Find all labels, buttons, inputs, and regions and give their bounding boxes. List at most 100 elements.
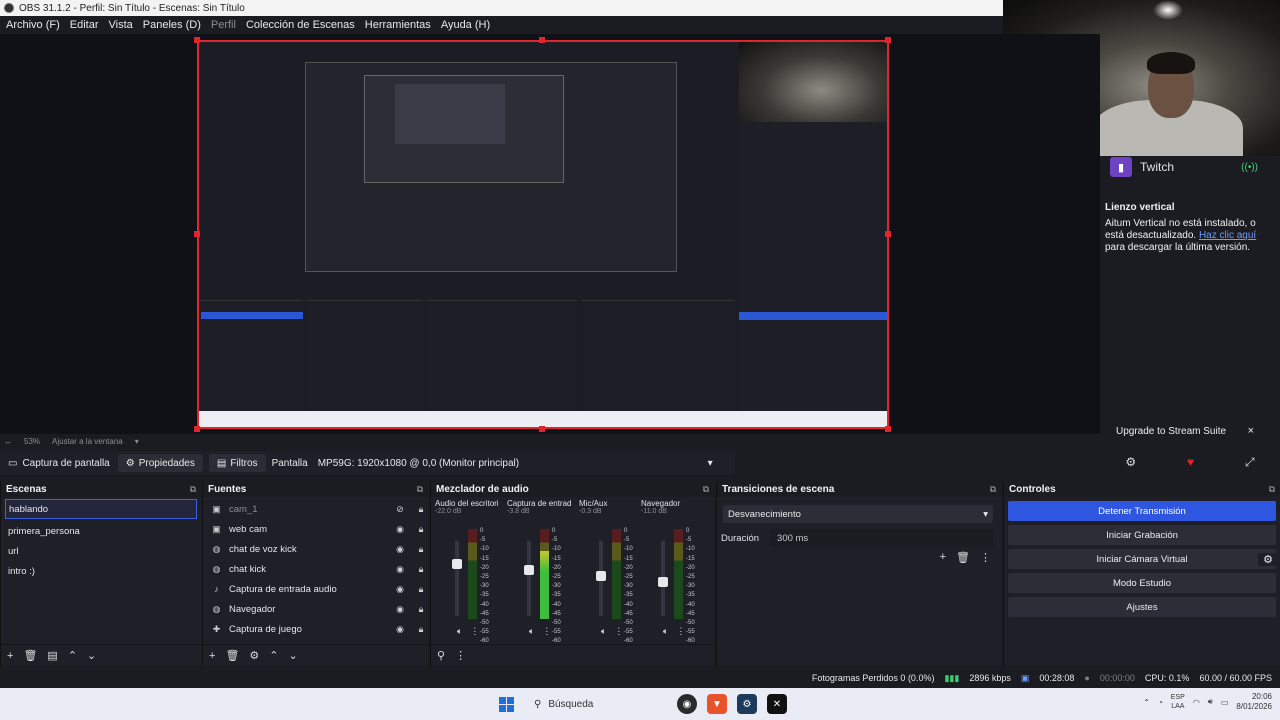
source-item[interactable]: ♪ Captura de entrada audio ◉ 🔒︎ (203, 579, 428, 599)
obs-app-icon[interactable]: ◉ (677, 694, 697, 714)
gear-icon[interactable]: ⚙ (1258, 552, 1278, 566)
lock-icon[interactable]: 🔒︎ (414, 544, 428, 555)
settings-button[interactable]: Ajustes (1008, 597, 1276, 617)
eye-icon[interactable]: ◉ (393, 564, 407, 575)
volume-slider-track[interactable] (527, 541, 531, 616)
close-icon[interactable]: × (1248, 425, 1254, 437)
filters-button[interactable]: ▤ Filtros (208, 454, 266, 472)
eye-icon[interactable]: ◉ (393, 624, 407, 635)
network-icon[interactable]: ◔ (1158, 698, 1163, 707)
language-indicator[interactable]: ESP LAA (1171, 693, 1185, 711)
scene-item[interactable]: intro :) (1, 561, 201, 581)
menu-coleccion-escenas[interactable]: Colección de Escenas (246, 19, 355, 31)
eye-icon[interactable]: ◉ (393, 544, 407, 555)
move-down-icon[interactable]: ⌄ (87, 649, 96, 662)
upgrade-label[interactable]: Upgrade to Stream Suite (1116, 426, 1226, 437)
trash-icon[interactable]: 🗑 (956, 551, 970, 564)
undock-icon[interactable]: ⧉ (990, 484, 996, 495)
speaker-icon[interactable]: 🔈︎ (601, 626, 606, 637)
studio-mode-button[interactable]: Modo Estudio (1008, 573, 1276, 593)
popout-icon[interactable]: ⤢ (1245, 455, 1255, 470)
scene-item[interactable]: hablando (5, 499, 197, 519)
heart-icon[interactable]: ♥ (1187, 455, 1194, 469)
battery-icon[interactable]: ▭ (1221, 698, 1229, 707)
zoom-arrows-icon[interactable]: ↔ (4, 437, 12, 446)
transition-select[interactable]: Desvanecimiento ▾ (723, 505, 993, 523)
chevron-down-icon[interactable]: ▾ (135, 437, 139, 446)
vertical-canvas-link[interactable]: Haz clic aquí (1199, 230, 1256, 241)
windows-start-icon[interactable] (499, 697, 514, 712)
add-icon[interactable]: + (209, 650, 215, 662)
preview-source-selected[interactable] (197, 40, 889, 429)
more-icon[interactable]: ⋮ (614, 626, 623, 637)
menu-ayuda[interactable]: Ayuda (H) (441, 19, 490, 31)
move-up-icon[interactable]: ⌃ (269, 649, 278, 662)
source-item[interactable]: ▣ cam_1 ⊘ 🔒︎ (203, 499, 428, 519)
lock-icon[interactable]: 🔒︎ (414, 524, 428, 535)
lock-icon[interactable]: 🔒︎ (414, 564, 428, 575)
lock-icon[interactable]: 🔒︎ (414, 604, 428, 615)
properties-button[interactable]: ⚙ Propiedades (117, 454, 203, 472)
menu-paneles[interactable]: Paneles (D) (143, 19, 201, 31)
volume-slider-knob[interactable] (658, 577, 668, 587)
undock-icon[interactable]: ⧉ (1269, 484, 1275, 495)
gear-icon[interactable]: ⚙ (249, 649, 259, 662)
source-item[interactable]: ▣ web cam ◉ 🔒︎ (203, 519, 428, 539)
move-down-icon[interactable]: ⌄ (289, 649, 298, 662)
menu-archivo[interactable]: Archivo (F) (6, 19, 60, 31)
undock-icon[interactable]: ⧉ (190, 484, 196, 495)
lock-icon[interactable]: 🔒︎ (414, 504, 428, 515)
fit-to-window[interactable]: Ajustar a la ventana (52, 437, 123, 446)
link-icon[interactable]: ⚲ (437, 649, 445, 662)
more-icon[interactable]: ⋮ (542, 626, 551, 637)
taskbar-search[interactable]: ⚲ Búsqueda (526, 694, 666, 714)
brave-app-icon[interactable]: ▼ (707, 694, 727, 714)
volume-icon[interactable]: 🔊︎ (1208, 697, 1213, 707)
menu-perfil[interactable]: Perfil (211, 19, 236, 31)
duration-input[interactable]: 300 ms (771, 529, 993, 547)
start-recording-button[interactable]: Iniciar Grabación (1008, 525, 1276, 545)
trash-icon[interactable]: 🗑 (225, 649, 239, 662)
undock-icon[interactable]: ⧉ (417, 484, 423, 495)
add-icon[interactable]: + (940, 551, 946, 564)
more-icon[interactable]: ⋮ (455, 649, 466, 662)
eye-icon[interactable]: ◉ (393, 604, 407, 615)
upgrade-banner[interactable]: Upgrade to Stream Suite × (1100, 420, 1280, 442)
move-up-icon[interactable]: ⌃ (68, 649, 77, 662)
undock-icon[interactable]: ⧉ (703, 484, 709, 495)
more-icon[interactable]: ⋮ (676, 626, 685, 637)
volume-slider-track[interactable] (455, 541, 459, 616)
source-item[interactable]: ✚ Captura de juego ◉ 🔒︎ (203, 619, 428, 639)
volume-slider-knob[interactable] (524, 565, 534, 575)
speaker-icon[interactable]: 🔈︎ (529, 626, 534, 637)
display-select[interactable]: MP59G: 1920x1080 @ 0,0 (Monitor principa… (318, 458, 713, 469)
wifi-icon[interactable]: ◠ (1193, 698, 1200, 707)
lock-icon[interactable]: 🔒︎ (414, 584, 428, 595)
lock-icon[interactable]: 🔒︎ (414, 624, 428, 635)
stop-streaming-button[interactable]: Detener Transmisión (1008, 501, 1276, 521)
source-item[interactable]: ◍ chat de voz kick ◉ 🔒︎ (203, 539, 428, 559)
eye-icon[interactable]: ◉ (393, 524, 407, 535)
speaker-icon[interactable]: 🔈︎ (457, 626, 462, 637)
add-icon[interactable]: + (7, 650, 13, 662)
clock[interactable]: 20:06 8/01/2026 (1236, 692, 1272, 712)
menu-vista[interactable]: Vista (109, 19, 133, 31)
more-icon[interactable]: ⋮ (980, 551, 991, 564)
trash-icon[interactable]: 🗑 (23, 649, 37, 662)
more-icon[interactable]: ⋮ (470, 626, 479, 637)
scene-item[interactable]: url (1, 541, 201, 561)
scene-item[interactable]: primera_persona (1, 521, 201, 541)
hidden-eye-icon[interactable]: ⊘ (393, 504, 407, 515)
gear-icon[interactable]: ⚙ (1125, 455, 1136, 469)
steam-app-icon[interactable]: ⚙ (737, 694, 757, 714)
source-item[interactable]: ◍ Navegador ◉ 🔒︎ (203, 599, 428, 619)
speaker-icon[interactable]: 🔈︎ (663, 626, 668, 637)
capcut-app-icon[interactable]: ✕ (767, 694, 787, 714)
eye-icon[interactable]: ◉ (393, 584, 407, 595)
source-item[interactable]: ◍ chat kick ◉ 🔒︎ (203, 559, 428, 579)
menu-editar[interactable]: Editar (70, 19, 99, 31)
menu-herramientas[interactable]: Herramientas (365, 19, 431, 31)
filter-icon[interactable]: ▤ (47, 649, 57, 662)
start-virtual-camera-button[interactable]: Iniciar Cámara Virtual (1096, 554, 1187, 565)
chevron-up-icon[interactable]: ⌃ (1143, 698, 1150, 707)
